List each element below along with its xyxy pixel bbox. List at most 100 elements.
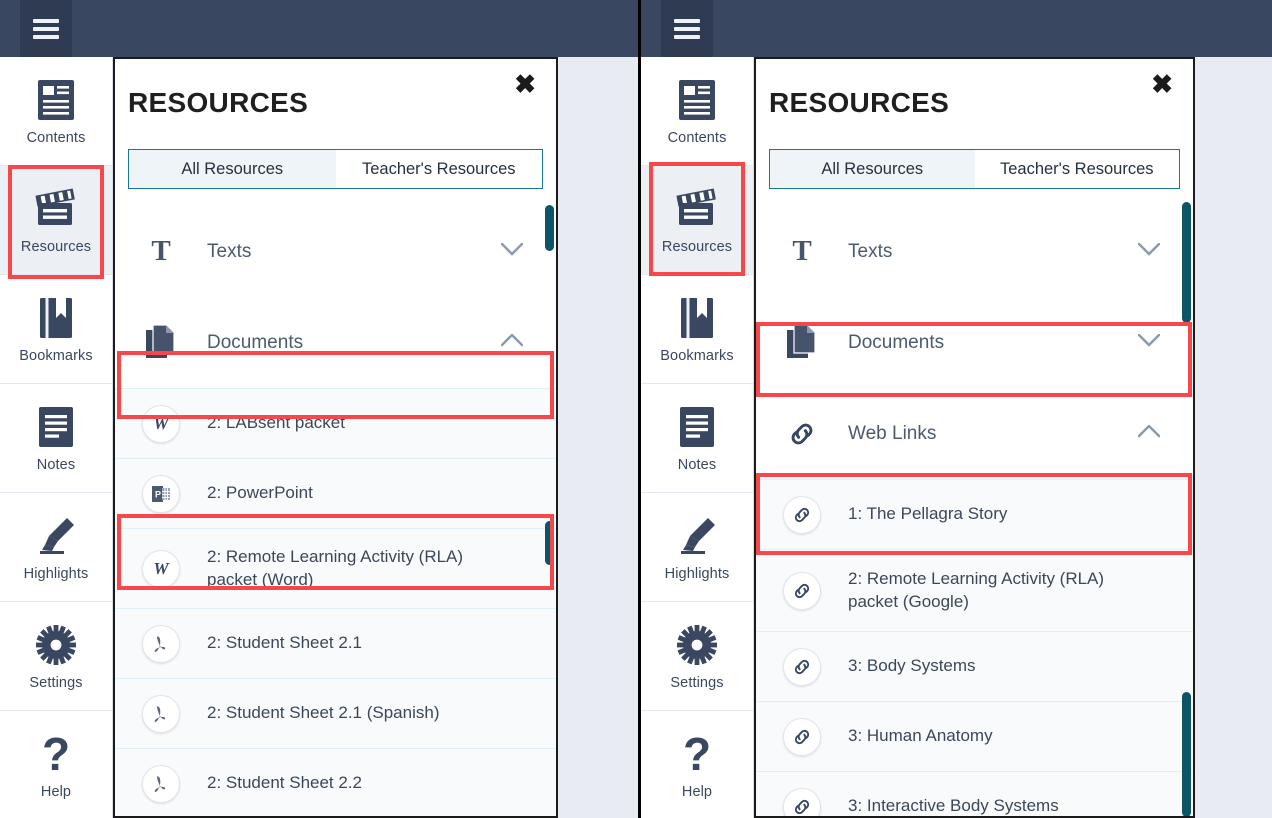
chevron-down-icon	[501, 243, 523, 261]
highlights-icon	[675, 513, 719, 559]
link-icon	[756, 718, 848, 756]
accordion-label: Documents	[848, 332, 944, 354]
link-icon	[756, 788, 848, 817]
close-icon[interactable]: ✖	[514, 71, 536, 97]
list-item[interactable]: W 2: Remote Learning Activity (RLA) pack…	[115, 528, 556, 608]
sidebar-item-bookmarks[interactable]: Bookmarks	[641, 275, 753, 384]
settings-gear-icon	[676, 622, 718, 668]
panel-scrollbar-thumb[interactable]	[1182, 202, 1191, 323]
hamburger-icon	[674, 15, 700, 43]
list-item[interactable]: 3: Human Anatomy	[756, 701, 1193, 771]
left-sidebar-rail: Contents	[0, 57, 113, 818]
sidebar-item-help[interactable]: ? Help	[0, 711, 112, 818]
link-icon	[756, 418, 848, 450]
sidebar-item-notes[interactable]: Notes	[641, 384, 753, 493]
sidebar-item-help[interactable]: ? Help	[641, 711, 753, 818]
list-item[interactable]: 1: The Pellagra Story	[756, 479, 1193, 549]
list-item[interactable]: 2: Student Sheet 2.1 (Spanish)	[115, 678, 556, 748]
pdf-icon	[115, 765, 207, 803]
chevron-down-icon	[1138, 243, 1160, 261]
accordion-texts[interactable]: T Texts	[115, 206, 556, 297]
list-item-label: 3: Interactive Body Systems	[848, 795, 1079, 816]
list-item-label: 2: Student Sheet 2.1 (Spanish)	[207, 702, 460, 725]
list-item[interactable]: 2: Student Sheet 2.2	[115, 748, 556, 816]
accordion-label: Documents	[207, 332, 303, 354]
pdf-icon	[115, 625, 207, 663]
powerpoint-icon: P	[115, 475, 207, 513]
sidebar-item-label: Help	[41, 784, 71, 800]
close-icon[interactable]: ✖	[1151, 71, 1173, 97]
chevron-down-icon	[1138, 334, 1160, 352]
tab-teachers-resources[interactable]: Teacher's Resources	[336, 150, 543, 188]
list-item-label: 1: The Pellagra Story	[848, 503, 1027, 526]
left-capture: Contents	[0, 0, 638, 818]
help-question-icon: ?	[42, 731, 70, 777]
sidebar-item-resources[interactable]: Resources	[0, 166, 112, 275]
sidebar-item-label: Help	[682, 784, 712, 800]
accordion-documents[interactable]: Documents	[115, 297, 556, 388]
resources-icon	[674, 186, 720, 232]
sidebar-item-label: Resources	[662, 239, 732, 255]
hamburger-menu-button[interactable]	[661, 0, 713, 57]
list-item[interactable]: 3: Interactive Body Systems	[756, 771, 1193, 816]
tab-all-resources[interactable]: All Resources	[770, 150, 975, 188]
help-question-icon: ?	[683, 731, 711, 777]
panel-header: RESOURCES ✖	[756, 59, 1193, 149]
page-title: RESOURCES	[769, 87, 949, 119]
top-app-bar	[0, 0, 638, 57]
highlights-icon	[34, 513, 78, 559]
sidebar-item-settings[interactable]: Settings	[641, 602, 753, 711]
resource-tabs: All Resources Teacher's Resources	[769, 149, 1180, 189]
documents-icon	[756, 324, 848, 362]
list-item[interactable]: 3: Body Systems	[756, 631, 1193, 701]
list-item[interactable]: P 2:	[115, 458, 556, 528]
tab-all-resources[interactable]: All Resources	[129, 150, 336, 188]
list-item-label: 2: Student Sheet 2.1	[207, 632, 382, 655]
panel-scrollbar-thumb-lower[interactable]	[545, 521, 554, 565]
top-app-bar	[641, 0, 1272, 57]
tab-teachers-resources[interactable]: Teacher's Resources	[975, 150, 1180, 188]
sidebar-item-label: Notes	[37, 457, 75, 473]
right-capture: Contents	[641, 0, 1272, 818]
accordion-texts[interactable]: T Texts	[756, 206, 1193, 297]
accordion-label: Web Links	[848, 423, 936, 445]
sidebar-item-label: Resources	[21, 239, 91, 255]
chevron-up-icon	[1138, 425, 1160, 443]
text-t-icon: T	[756, 235, 848, 268]
sidebar-item-highlights[interactable]: Highlights	[0, 493, 112, 602]
accordion-documents[interactable]: Documents	[756, 297, 1193, 388]
contents-icon	[678, 77, 716, 123]
right-sidebar-rail: Contents	[641, 57, 754, 818]
sidebar-item-contents[interactable]: Contents	[641, 57, 753, 166]
sidebar-item-label: Highlights	[665, 566, 730, 582]
resources-panel: RESOURCES ✖ All Resources Teacher's Reso…	[113, 57, 558, 818]
link-icon	[756, 648, 848, 686]
list-item-label: 2: Remote Learning Activity (RLA) packet…	[848, 568, 1158, 614]
sidebar-item-settings[interactable]: Settings	[0, 602, 112, 711]
list-item-label: 2: LABsent packet	[207, 412, 365, 435]
page-background-right	[1195, 57, 1272, 818]
settings-gear-icon	[35, 622, 77, 668]
list-item[interactable]: W 2: LABsent packet	[115, 388, 556, 458]
word-icon: W	[115, 405, 207, 443]
sidebar-item-highlights[interactable]: Highlights	[641, 493, 753, 602]
capture-divider	[638, 0, 641, 818]
bookmarks-icon	[678, 295, 716, 341]
list-item-label: 2: Remote Learning Activity (RLA) packet…	[207, 546, 527, 592]
sidebar-item-resources[interactable]: Resources	[641, 166, 753, 275]
sidebar-item-notes[interactable]: Notes	[0, 384, 112, 493]
list-item[interactable]: 2: Student Sheet 2.1	[115, 608, 556, 678]
hamburger-menu-button[interactable]	[20, 0, 72, 57]
resource-accordion-list: T Texts Documents	[756, 206, 1193, 816]
panel-scrollbar-thumb-lower[interactable]	[1182, 692, 1191, 817]
screenshot-stage: Contents	[0, 0, 1272, 818]
panel-scrollbar-thumb[interactable]	[545, 205, 554, 251]
accordion-label: Texts	[207, 241, 251, 263]
list-item-label: 2: Student Sheet 2.2	[207, 772, 382, 795]
sidebar-item-contents[interactable]: Contents	[0, 57, 112, 166]
accordion-web-links[interactable]: Web Links	[756, 388, 1193, 479]
list-item[interactable]: 2: Remote Learning Activity (RLA) packet…	[756, 549, 1193, 631]
resources-panel: RESOURCES ✖ All Resources Teacher's Reso…	[754, 57, 1195, 818]
sidebar-item-bookmarks[interactable]: Bookmarks	[0, 275, 112, 384]
resource-tabs: All Resources Teacher's Resources	[128, 149, 543, 189]
